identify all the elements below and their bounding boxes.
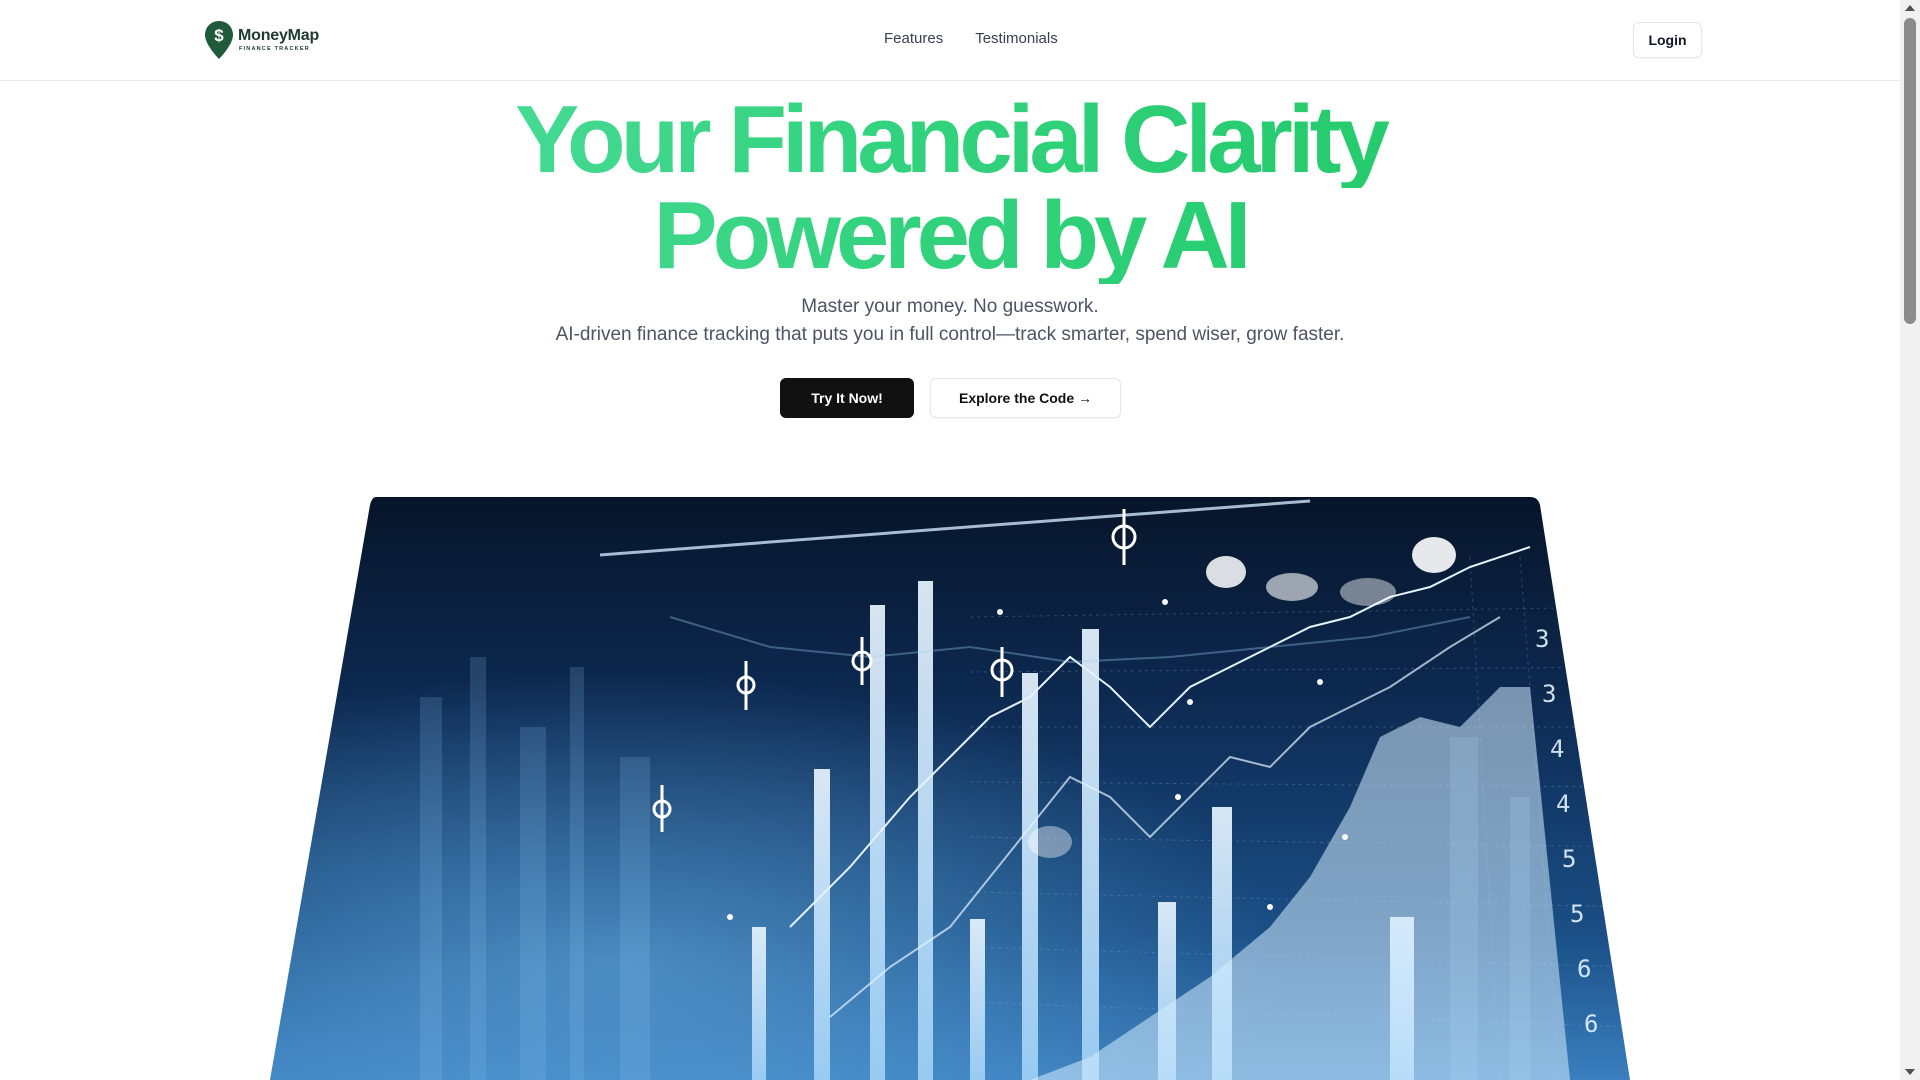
hero-subtitle-line-1: Master your money. No guesswork. <box>801 296 1099 317</box>
try-it-now-button[interactable]: Try It Now! <box>780 378 914 418</box>
brand-name: MoneyMap <box>238 26 320 44</box>
page-scrollbar[interactable] <box>1900 0 1920 1080</box>
scrollbar-thumb[interactable] <box>1904 18 1916 324</box>
hero-subtitle: Master your money. No guesswork. AI-driv… <box>0 293 1900 349</box>
axis-label-2: 3 <box>1542 680 1556 708</box>
hero-title: Your Financial Clarity Powered by AI <box>0 92 1900 284</box>
main-nav: Features Testimonials <box>884 30 1058 47</box>
nav-testimonials-link[interactable]: Testimonials <box>975 30 1058 47</box>
brand-logo[interactable]: $ MoneyMap FINANCE TRACKER <box>204 20 319 60</box>
explore-code-button[interactable]: Explore the Code → <box>930 378 1121 418</box>
axis-label-8: 6 <box>1584 1010 1598 1038</box>
axis-label-7: 6 <box>1577 955 1591 983</box>
hero-title-line-1: Your Financial Clarity <box>0 92 1900 188</box>
axis-label-3: 4 <box>1550 735 1564 763</box>
axis-label-6: 5 <box>1570 900 1584 928</box>
svg-text:$: $ <box>214 26 224 45</box>
triangle-up-icon[interactable] <box>1900 0 1920 17</box>
cta-group: Try It Now! Explore the Code → <box>780 378 1121 418</box>
hero-dashboard-image: 3 3 4 4 5 5 6 6 <box>270 497 1630 1080</box>
login-button[interactable]: Login <box>1633 22 1702 58</box>
brand-tagline: FINANCE TRACKER <box>239 45 310 52</box>
axis-label-4: 4 <box>1556 790 1570 818</box>
dollar-pin-icon: $ <box>205 21 233 59</box>
hero-subtitle-line-2: AI-driven finance tracking that puts you… <box>555 324 1345 345</box>
hero-title-line-2: Powered by AI <box>0 188 1900 284</box>
nav-features-link[interactable]: Features <box>884 30 943 47</box>
site-header: $ MoneyMap FINANCE TRACKER Features Test… <box>0 0 1900 81</box>
axis-label-1: 3 <box>1535 625 1549 653</box>
axis-label-5: 5 <box>1562 845 1576 873</box>
triangle-down-icon[interactable] <box>1900 1063 1920 1080</box>
